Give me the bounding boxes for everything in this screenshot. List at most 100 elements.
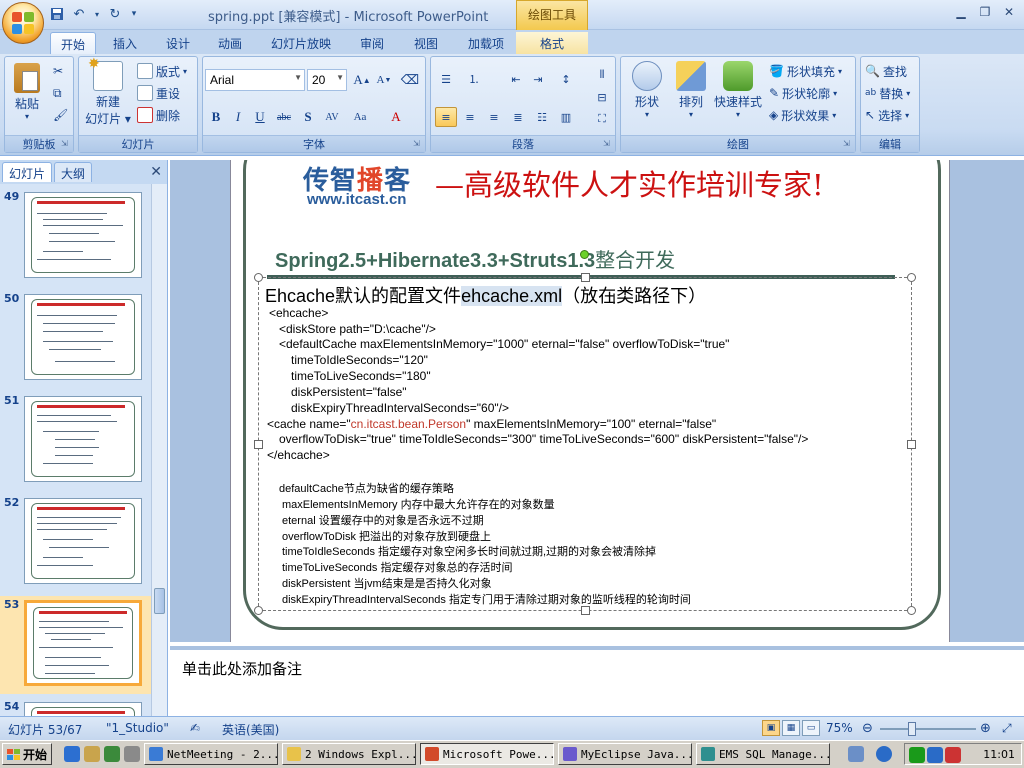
delete-slide-button[interactable]: 删除 <box>137 105 180 125</box>
reset-button[interactable]: 重设 <box>137 83 180 103</box>
restore-icon[interactable]: ❐ <box>974 3 996 21</box>
redo-icon[interactable]: ↻ <box>106 5 124 23</box>
cut-icon[interactable]: ✂ <box>53 61 63 81</box>
tab-format[interactable]: 格式 <box>516 32 588 54</box>
numbering-icon[interactable]: ⒈ <box>463 69 485 89</box>
align-left-icon[interactable]: ≡ <box>435 107 457 127</box>
slide-thumbnail[interactable]: 50 <box>0 290 152 388</box>
paste-button[interactable]: 粘贴 ▾ <box>9 63 45 121</box>
font-color-icon[interactable]: A <box>385 107 407 127</box>
slide-canvas[interactable]: 传智播客 www.itcast.cn —高级软件人才实作培训专家! Spring… <box>230 160 950 642</box>
font-name-combo[interactable]: Arial ▼ <box>205 69 305 91</box>
office-button[interactable] <box>2 2 44 44</box>
resize-handle-se[interactable] <box>907 606 916 615</box>
justify-icon[interactable]: ≣ <box>507 107 529 127</box>
line-spacing-icon[interactable]: ↕ <box>555 69 577 89</box>
drawing-dialog-launcher-icon[interactable]: ⇲ <box>843 139 853 149</box>
align-text-icon[interactable]: ⊟ <box>591 87 613 107</box>
notes-pane[interactable]: 单击此处添加备注 <box>170 646 1024 716</box>
bullets-icon[interactable]: ☰ <box>435 69 457 89</box>
zoom-out-icon[interactable]: ⊖ <box>862 721 873 736</box>
dialog-launcher-icon[interactable]: ⇲ <box>61 139 71 149</box>
shape-fill-button[interactable]: 🪣 形状填充 ▾ <box>769 61 842 81</box>
zoom-slider[interactable] <box>880 728 976 730</box>
tab-review[interactable]: 审阅 <box>350 32 394 54</box>
tray-app-icon[interactable] <box>927 747 943 763</box>
paragraph-dialog-launcher-icon[interactable]: ⇲ <box>603 139 613 149</box>
tab-animations[interactable]: 动画 <box>208 32 252 54</box>
slide-thumbnail-selected[interactable]: 53 <box>0 596 152 694</box>
grow-font-icon[interactable]: A ▲ <box>351 70 373 90</box>
tab-slides[interactable]: 幻灯片 <box>2 162 53 182</box>
save-icon[interactable] <box>48 5 66 23</box>
resize-handle-nw[interactable] <box>254 273 263 282</box>
desktop-icon[interactable] <box>104 746 120 762</box>
taskbar-item[interactable]: 2 Windows Expl...▾ <box>282 743 416 765</box>
ie-icon[interactable] <box>64 746 80 762</box>
select-button[interactable]: ↖ 选择 ▾ <box>865 105 909 125</box>
slide-title[interactable]: Spring2.5+Hibernate3.3+Struts1.3整合开发 <box>275 244 675 273</box>
fit-to-window-icon[interactable]: ⤢ <box>1002 721 1012 736</box>
text-direction-icon[interactable]: ⫴ <box>591 65 613 85</box>
slide-thumbnail[interactable]: 52 <box>0 494 152 592</box>
strikethrough-icon[interactable]: abc <box>273 107 295 127</box>
change-case-icon[interactable]: Aa <box>349 107 371 127</box>
resize-handle-s[interactable] <box>581 606 590 615</box>
tray-network-icon[interactable] <box>848 746 864 762</box>
folder-icon[interactable] <box>84 746 100 762</box>
decrease-indent-icon[interactable]: ⇤ <box>505 69 527 89</box>
underline-icon[interactable]: U <box>249 107 271 127</box>
thumbnail-scrollbar[interactable] <box>151 184 167 716</box>
tab-outline[interactable]: 大纲 <box>54 162 93 182</box>
zoom-slider-knob[interactable] <box>908 722 916 736</box>
italic-icon[interactable]: I <box>227 107 249 127</box>
close-pane-icon[interactable]: ✕ <box>150 164 162 180</box>
layout-button[interactable]: 版式 ▾ <box>137 61 187 81</box>
quick-styles-button[interactable]: 快速样式 ▾ <box>711 61 765 119</box>
undo-icon[interactable]: ↶ <box>70 5 88 23</box>
minimize-icon[interactable]: ▁ <box>950 3 972 21</box>
resize-handle-ne[interactable] <box>907 273 916 282</box>
shape-outline-button[interactable]: ✎ 形状轮廓 ▾ <box>769 83 837 103</box>
align-right-icon[interactable]: ≡ <box>483 107 505 127</box>
rotation-handle[interactable] <box>580 250 589 259</box>
font-dialog-launcher-icon[interactable]: ⇲ <box>413 139 423 149</box>
format-painter-icon[interactable]: 🖌 <box>53 105 68 125</box>
tray-help-icon[interactable] <box>876 746 892 762</box>
shrink-font-icon[interactable]: A ▼ <box>373 70 395 90</box>
copy-icon[interactable]: ⧉ <box>53 83 62 103</box>
dropdown-arrow-icon[interactable]: ▾ <box>92 5 102 23</box>
character-spacing-icon[interactable]: AV <box>321 107 343 127</box>
customize-qat-icon[interactable]: ▾ <box>128 5 140 23</box>
tab-design[interactable]: 设计 <box>156 32 200 54</box>
tab-insert[interactable]: 插入 <box>104 32 146 54</box>
slide-thumbnail[interactable]: 54 <box>0 698 152 716</box>
language[interactable]: 英语(美国) <box>222 721 279 738</box>
new-slide-button[interactable]: ✸ 新建 幻灯片 ▾ <box>83 56 133 127</box>
distributed-icon[interactable]: ☷ <box>531 107 553 127</box>
columns-icon[interactable]: ▥ <box>555 107 577 127</box>
clear-formatting-icon[interactable]: ⌫ <box>399 70 421 90</box>
clock[interactable]: 11:01 <box>983 748 1015 761</box>
zoom-level[interactable]: 75% <box>826 721 853 735</box>
increase-indent-icon[interactable]: ⇥ <box>527 69 549 89</box>
slideshow-view-icon[interactable]: ▭ <box>802 720 820 736</box>
resize-handle-w[interactable] <box>254 440 263 449</box>
slide-thumbnail[interactable]: 51 <box>0 392 152 490</box>
arrange-button[interactable]: 排列 ▾ <box>671 61 711 119</box>
close-icon[interactable]: ✕ <box>998 3 1020 21</box>
smartart-icon[interactable]: ⛶ <box>591 109 613 129</box>
resize-handle-n[interactable] <box>581 273 590 282</box>
scrollbar-thumb[interactable] <box>154 588 165 614</box>
notes-placeholder[interactable]: 单击此处添加备注 <box>182 658 302 679</box>
quicklaunch-more-icon[interactable] <box>124 746 140 762</box>
tray-app-icon[interactable] <box>909 747 925 763</box>
bold-icon[interactable]: B <box>205 107 227 127</box>
text-shadow-icon[interactable]: S <box>297 107 319 127</box>
find-button[interactable]: 🔍 查找 <box>865 61 907 81</box>
replace-button[interactable]: ab 替换 ▾ <box>865 83 910 103</box>
shape-effects-button[interactable]: ◈ 形状效果 ▾ <box>769 105 836 125</box>
normal-view-icon[interactable]: ▣ <box>762 720 780 736</box>
taskbar-item[interactable]: MyEclipse Java... <box>558 743 692 765</box>
tab-addins[interactable]: 加载项 <box>458 32 514 54</box>
